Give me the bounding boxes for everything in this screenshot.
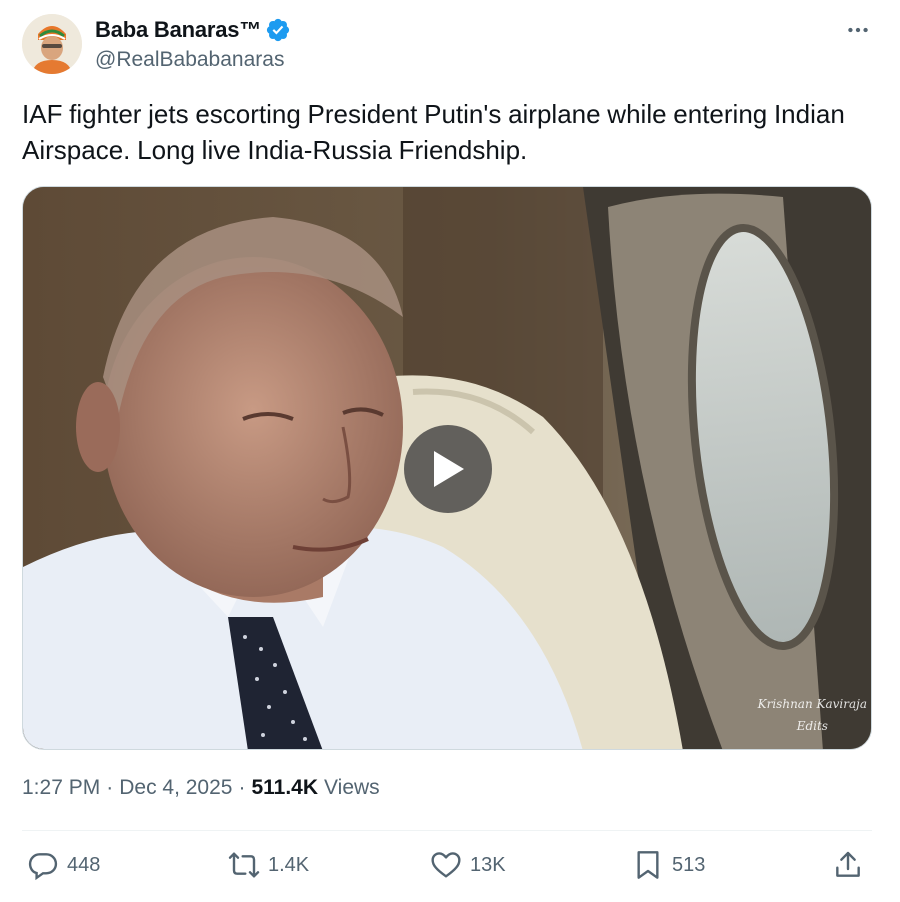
tweet-meta: 1:27 PM · Dec 4, 2025 · 511.4K Views <box>22 776 380 800</box>
video-watermark: Krishnan Kaviraja Edits <box>758 693 867 737</box>
bookmark-count: 513 <box>672 853 706 876</box>
heart-icon <box>431 852 461 878</box>
views-count: 511.4K <box>251 776 319 799</box>
video-player[interactable]: Krishnan Kaviraja Edits <box>22 186 872 750</box>
more-horizontal-icon <box>848 27 868 33</box>
author-name-row: Baba Banaras™ <box>95 17 291 43</box>
avatar[interactable] <box>22 14 82 74</box>
avatar-image <box>22 14 82 74</box>
play-icon <box>434 451 464 487</box>
share-icon <box>836 851 860 877</box>
verified-badge-icon[interactable] <box>265 17 291 43</box>
watermark-line-2: Edits <box>796 719 828 733</box>
repost-button[interactable]: 1.4K <box>228 846 309 884</box>
like-button[interactable]: 13K <box>430 846 506 884</box>
author-display-name[interactable]: Baba Banaras™ <box>95 17 261 43</box>
meta-separator: · <box>106 776 114 799</box>
repost-icon <box>228 852 260 878</box>
meta-separator: · <box>238 776 246 799</box>
author-handle[interactable]: @RealBababanaras <box>95 48 284 72</box>
tweet-time[interactable]: 1:27 PM <box>22 776 100 800</box>
play-button[interactable] <box>404 425 492 513</box>
watermark-line-1: Krishnan Kaviraja <box>757 697 867 711</box>
share-button[interactable] <box>832 846 864 884</box>
tweet-date[interactable]: Dec 4, 2025 <box>119 776 232 800</box>
bookmark-button[interactable]: 513 <box>632 846 705 884</box>
like-count: 13K <box>470 853 506 876</box>
repost-count: 1.4K <box>268 853 310 876</box>
tweet-text: IAF fighter jets escorting President Put… <box>22 99 845 165</box>
bookmark-icon <box>637 851 659 879</box>
views-label: Views <box>324 776 380 799</box>
reply-icon <box>28 853 58 881</box>
divider <box>22 830 872 831</box>
more-options-button[interactable] <box>838 14 878 46</box>
reply-button[interactable]: 448 <box>27 846 100 884</box>
reply-count: 448 <box>67 853 101 876</box>
